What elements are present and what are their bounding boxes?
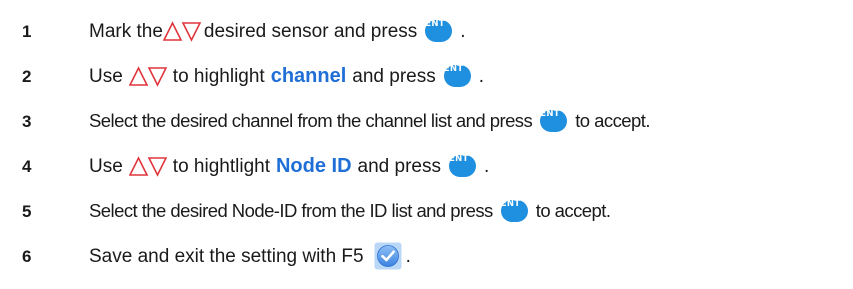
up-down-arrows-icon	[128, 66, 167, 87]
step-text-segment: Save and exit the setting with F5	[89, 245, 364, 267]
up-down-arrows-icon	[162, 21, 201, 42]
step-3: 3 Select the desired channel from the ch…	[0, 103, 853, 139]
step-text: Use to highlight channel and press ENT .	[89, 65, 484, 87]
step-number: 5	[22, 201, 32, 221]
step-text-segment: and press	[357, 155, 441, 177]
ent-button-icon: ENT	[425, 20, 453, 42]
step-text-segment: to accept.	[575, 109, 650, 131]
up-down-arrows-icon	[128, 156, 167, 177]
step-text-segment: .	[478, 65, 485, 87]
step-number: 3	[22, 111, 32, 131]
ent-button-icon: ENT	[540, 110, 568, 132]
step-text: Use to hightlight Node ID and press ENT …	[89, 155, 489, 177]
step-text-segment: and press	[352, 65, 436, 87]
ent-button-icon: ENT	[500, 200, 528, 222]
step-text-segment: to hightlight	[172, 155, 270, 177]
step-text-segment: .	[460, 20, 466, 42]
keyword-node-id: Node ID	[275, 155, 352, 177]
step-text-segment: .	[484, 155, 490, 177]
step-6: 6 Save and exit the setting with F5 .	[0, 238, 853, 274]
check-save-icon	[374, 242, 402, 270]
step-text-segment: desired sensor and press	[203, 20, 418, 42]
step-text-segment: Use	[89, 65, 123, 87]
step-text: Save and exit the setting with F5 .	[89, 242, 411, 270]
step-2: 2 Use to highlight channel and press ENT…	[0, 58, 853, 94]
step-text: Mark the desired sensor and press ENT .	[89, 20, 466, 42]
step-text-segment: Mark the	[89, 20, 163, 42]
step-4: 4 Use to hightlight Node ID and press EN…	[0, 148, 853, 184]
step-1: 1 Mark the desired sensor and press ENT …	[0, 13, 853, 49]
ent-button-icon: ENT	[449, 155, 476, 177]
step-text-segment: Select the desired channel from the chan…	[89, 109, 533, 131]
keyword-channel: channel	[270, 65, 347, 87]
step-text-segment: to highlight	[172, 65, 265, 87]
step-text-segment: .	[405, 245, 411, 267]
step-number: 1	[22, 21, 32, 41]
step-number: 4	[22, 156, 32, 176]
step-text-segment: to accept.	[535, 199, 611, 221]
ent-button-icon: ENT	[443, 65, 471, 87]
step-text: Select the desired channel from the chan…	[89, 110, 650, 132]
step-5: 5 Select the desired Node-ID from the ID…	[0, 193, 853, 229]
step-number: 6	[22, 246, 32, 266]
step-number: 2	[22, 66, 32, 86]
step-text-segment: Select the desired Node-ID from the ID l…	[89, 199, 493, 221]
step-text-segment: Use	[89, 155, 123, 177]
step-text: Select the desired Node-ID from the ID l…	[89, 199, 611, 222]
